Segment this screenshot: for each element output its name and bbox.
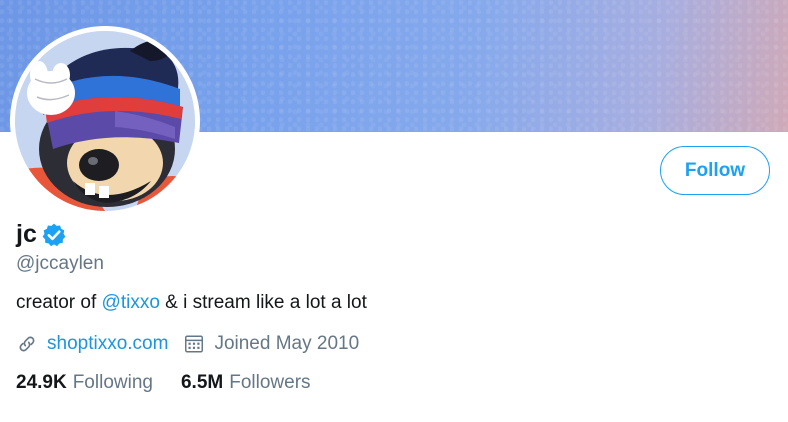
avatar-frame bbox=[10, 26, 200, 216]
link-icon bbox=[19, 336, 35, 352]
avatar[interactable] bbox=[15, 31, 195, 211]
joined-date: Joined May 2010 bbox=[214, 333, 360, 354]
website-link[interactable]: shoptixxo.com bbox=[47, 331, 168, 357]
following-stat[interactable]: 24.9K Following bbox=[16, 370, 153, 396]
followers-label: Followers bbox=[229, 372, 311, 393]
profile-name-row: jc bbox=[16, 218, 67, 250]
profile-meta: shoptixxo.com Joined May 2010 bbox=[16, 331, 359, 357]
following-label: Following bbox=[72, 372, 153, 393]
avatar-illustration bbox=[15, 31, 195, 211]
bio-mention-link[interactable]: @tixxo bbox=[102, 292, 160, 313]
following-count: 24.9K bbox=[16, 372, 67, 393]
profile-stats: 24.9K Following 6.5M Followers bbox=[16, 370, 311, 396]
bio-text-suffix: & i stream like a lot a lot bbox=[159, 292, 367, 313]
profile-bio: creator of @tixxo & i stream like a lot … bbox=[16, 291, 367, 315]
follow-button[interactable]: Follow bbox=[660, 146, 770, 195]
followers-stat[interactable]: 6.5M Followers bbox=[181, 370, 311, 396]
followers-count: 6.5M bbox=[180, 372, 224, 393]
bio-text-prefix: creator of bbox=[16, 292, 102, 313]
profile-handle: @jccaylen bbox=[16, 253, 104, 274]
profile-name: jc bbox=[16, 220, 37, 248]
verified-badge-icon bbox=[42, 223, 66, 247]
calendar-icon bbox=[185, 335, 204, 353]
